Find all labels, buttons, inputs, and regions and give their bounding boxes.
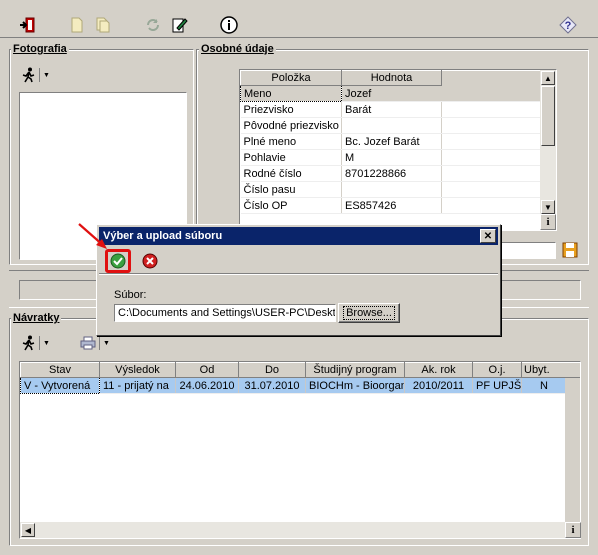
table-row[interactable]: Pôvodné priezvisko [240,117,543,134]
info-icon[interactable] [218,14,240,36]
personal-field[interactable] [496,242,556,259]
column-header-value[interactable]: Hodnota [341,70,442,86]
column-header-academic-year[interactable]: Ak. rok [404,362,473,378]
save-icon[interactable] [562,242,578,258]
table-row[interactable]: Meno Jozef [240,85,543,102]
cell-item: Pohlavie [240,149,342,166]
column-header-accommodation[interactable]: Ubyt. [521,362,580,378]
file-path-input[interactable]: C:\Documents and Settings\USER-PC\Deskt [114,304,336,322]
upload-dialog: Výber a upload súboru ✕ Súbor: C:\Docume… [96,224,501,336]
cell-item: Priezvisko [240,101,342,118]
check-icon [110,253,126,269]
scroll-down-icon[interactable]: ▼ [541,200,555,214]
cell-value [341,181,442,198]
edit-icon[interactable] [168,14,190,36]
chevron-down-icon: ▼ [43,339,50,347]
scroll-thumb[interactable] [541,86,555,146]
cell-value: Jozef [341,85,442,102]
cell-item: Meno [240,85,342,102]
copy-doc-icon[interactable] [92,14,114,36]
returns-scrollbar-horizontal[interactable]: ◀ [20,522,565,538]
table-row[interactable]: Priezvisko Barát [240,101,543,118]
toolbar: ? [0,0,598,38]
personal-table: Položka Hodnota Meno Jozef Priezvisko Bar… [239,69,557,231]
refresh-icon[interactable] [142,14,164,36]
dialog-close-button[interactable]: ✕ [480,229,496,243]
svg-text:?: ? [565,20,572,32]
cell-value: Barát [341,101,442,118]
cell-item: Rodné číslo [240,165,342,182]
cell-value: ES857426 [341,197,442,214]
printer-icon [80,336,96,350]
cell-result: 11 - prijatý na [99,377,176,394]
column-header-from[interactable]: Od [175,362,239,378]
cell-state: V - Vytvorená [20,377,100,394]
new-doc-icon[interactable] [66,14,88,36]
annotation-arrow-icon [78,223,107,249]
dialog-title-bar[interactable]: Výber a upload súboru [99,227,498,245]
personal-table-scrollbar[interactable]: ▲ ▼ [540,70,556,216]
personal-info-button[interactable]: i [540,214,556,230]
table-row[interactable]: Pohlavie M [240,149,543,166]
cell-item: Plné meno [240,133,342,150]
cancel-button[interactable] [141,252,159,270]
cell-value: 8701228866 [341,165,442,182]
cell-value: Bc. Jozef Barát [341,133,442,150]
cell-item: Číslo OP [240,197,342,214]
personal-panel-title: Osobné údaje [199,43,276,55]
column-header-program[interactable]: Študijný program [305,362,405,378]
column-header-to[interactable]: Do [238,362,306,378]
close-icon: ✕ [483,230,493,242]
cell-from: 24.06.2010 [175,377,239,394]
print-menu-button[interactable]: ▼ [80,334,110,352]
cancel-icon [142,253,158,269]
chevron-down-icon: ▼ [103,339,110,347]
photo-menu-button[interactable]: ▼ [22,66,54,84]
table-row[interactable]: Číslo pasu [240,181,543,198]
returns-table: Stav Výsledok Od Do Študijný program Ak.… [19,361,581,539]
column-header-state[interactable]: Stav [20,362,100,378]
runner-icon [22,67,35,83]
scroll-left-icon[interactable]: ◀ [21,523,35,537]
exit-icon[interactable] [16,14,38,36]
cell-item: Pôvodné priezvisko [240,117,342,134]
returns-scrollbar-vertical[interactable] [565,378,580,522]
cell-unit: PF UPJŠ [472,377,522,394]
returns-info-button[interactable]: i [565,522,581,538]
returns-menu-button[interactable]: ▼ [22,334,54,352]
column-header-result[interactable]: Výsledok [99,362,176,378]
browse-button[interactable]: Browse... [338,303,400,323]
cell-item: Číslo pasu [240,181,342,198]
table-row[interactable]: Plné meno Bc. Jozef Barát [240,133,543,150]
dialog-title: Výber a upload súboru [103,230,223,242]
scroll-up-icon[interactable]: ▲ [541,71,555,85]
column-header-item[interactable]: Položka [240,70,342,86]
column-header-unit[interactable]: O.j. [472,362,522,378]
cell-program: BIOCHm - Bioorgan [305,377,405,394]
runner-icon [22,335,35,351]
cell-value: M [341,149,442,166]
cell-academic-year: 2010/2011 [404,377,473,394]
table-row[interactable]: Číslo OP ES857426 [240,197,543,214]
photo-panel-title: Fotografia [11,43,69,55]
help-icon[interactable]: ? [557,14,579,36]
cell-value [341,117,442,134]
file-label: Súbor: [114,289,147,301]
returns-panel-title: Návratky [11,312,62,324]
cell-to: 31.07.2010 [238,377,306,394]
chevron-down-icon: ▼ [43,71,50,79]
table-row[interactable]: V - Vytvorená 11 - prijatý na 24.06.2010… [20,377,580,394]
table-row[interactable]: Rodné číslo 8701228866 [240,165,543,182]
